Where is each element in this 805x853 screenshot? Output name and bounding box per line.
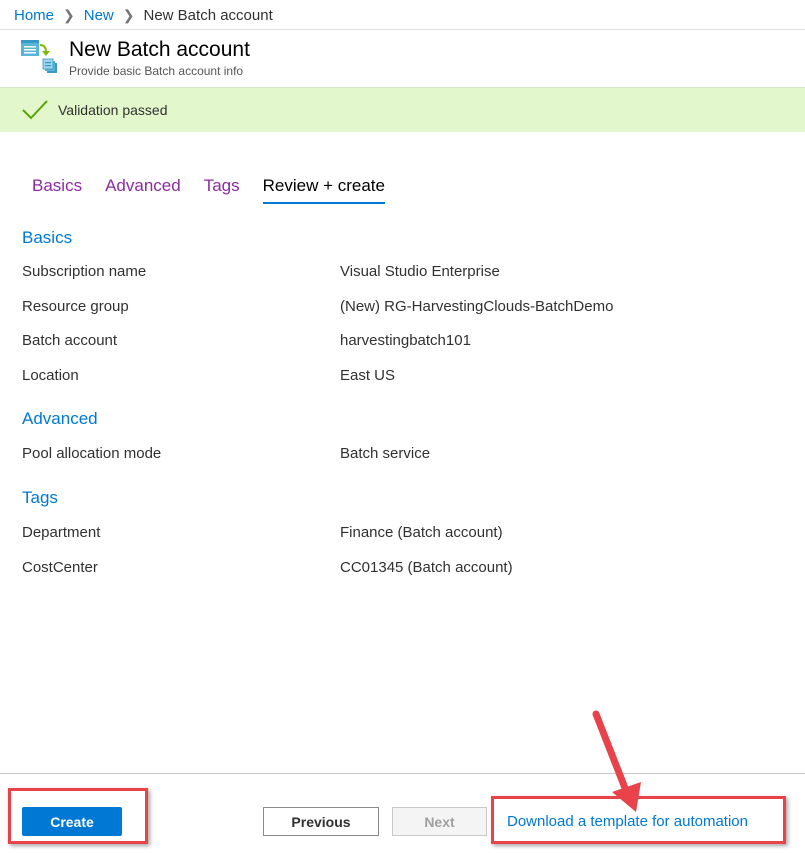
breadcrumb: Home ❯ New ❯ New Batch account [14, 5, 273, 25]
tab-review-create[interactable]: Review + create [262, 176, 385, 204]
row-value: (New) RG-HarvestingClouds-BatchDemo [340, 298, 614, 315]
row-label: Pool allocation mode [22, 445, 162, 462]
summary-row: CostCenter CC01345 (Batch account) [22, 559, 722, 576]
footer-divider [0, 773, 805, 774]
tab-advanced[interactable]: Advanced [105, 176, 181, 204]
summary-row: Location East US [22, 367, 722, 384]
tab-tags[interactable]: Tags [204, 176, 240, 204]
summary-row: Department Finance (Batch account) [22, 524, 722, 541]
summary-row: Pool allocation mode Batch service [22, 445, 722, 462]
download-template-link[interactable]: Download a template for automation [507, 813, 748, 830]
next-button: Next [392, 807, 487, 836]
summary-row: Batch account harvestingbatch101 [22, 332, 722, 349]
row-value: East US [340, 367, 396, 384]
row-value: CC01345 (Batch account) [340, 559, 513, 576]
previous-button[interactable]: Previous [263, 807, 379, 836]
checkmark-icon [22, 100, 48, 120]
row-value: Visual Studio Enterprise [340, 263, 500, 280]
breadcrumb-current: New Batch account [143, 6, 273, 24]
batch-account-icon [20, 38, 60, 78]
section-title-basics: Basics [22, 228, 73, 247]
divider [0, 29, 805, 30]
summary-row: Resource group (New) RG-HarvestingClouds… [22, 298, 722, 315]
row-value: Batch service [340, 445, 431, 462]
chevron-right-icon: ❯ [63, 6, 75, 23]
wizard-tabs: Basics Advanced Tags Review + create [32, 176, 408, 204]
row-label: Department [22, 524, 101, 541]
row-label: Batch account [22, 332, 118, 349]
validation-banner: Validation passed [0, 87, 805, 132]
row-label: CostCenter [22, 559, 98, 576]
tab-basics[interactable]: Basics [32, 176, 82, 204]
row-value: Finance (Batch account) [340, 524, 503, 541]
row-value: harvestingbatch101 [340, 332, 471, 349]
summary-row: Subscription name Visual Studio Enterpri… [22, 263, 722, 280]
row-label: Location [22, 367, 79, 384]
chevron-right-icon: ❯ [122, 6, 135, 23]
section-title-advanced: Advanced [22, 409, 98, 428]
row-label: Subscription name [22, 263, 147, 280]
breadcrumb-home[interactable]: Home [14, 7, 54, 24]
page-subtitle: Provide basic Batch account info [69, 64, 244, 78]
row-label: Resource group [22, 298, 129, 315]
section-title-tags: Tags [22, 488, 58, 507]
create-button[interactable]: Create [22, 807, 122, 836]
breadcrumb-new[interactable]: New [84, 7, 114, 24]
page-title: New Batch account [69, 38, 250, 61]
page-header: New Batch account Provide basic Batch ac… [20, 38, 250, 78]
validation-status: Validation passed [58, 102, 168, 118]
